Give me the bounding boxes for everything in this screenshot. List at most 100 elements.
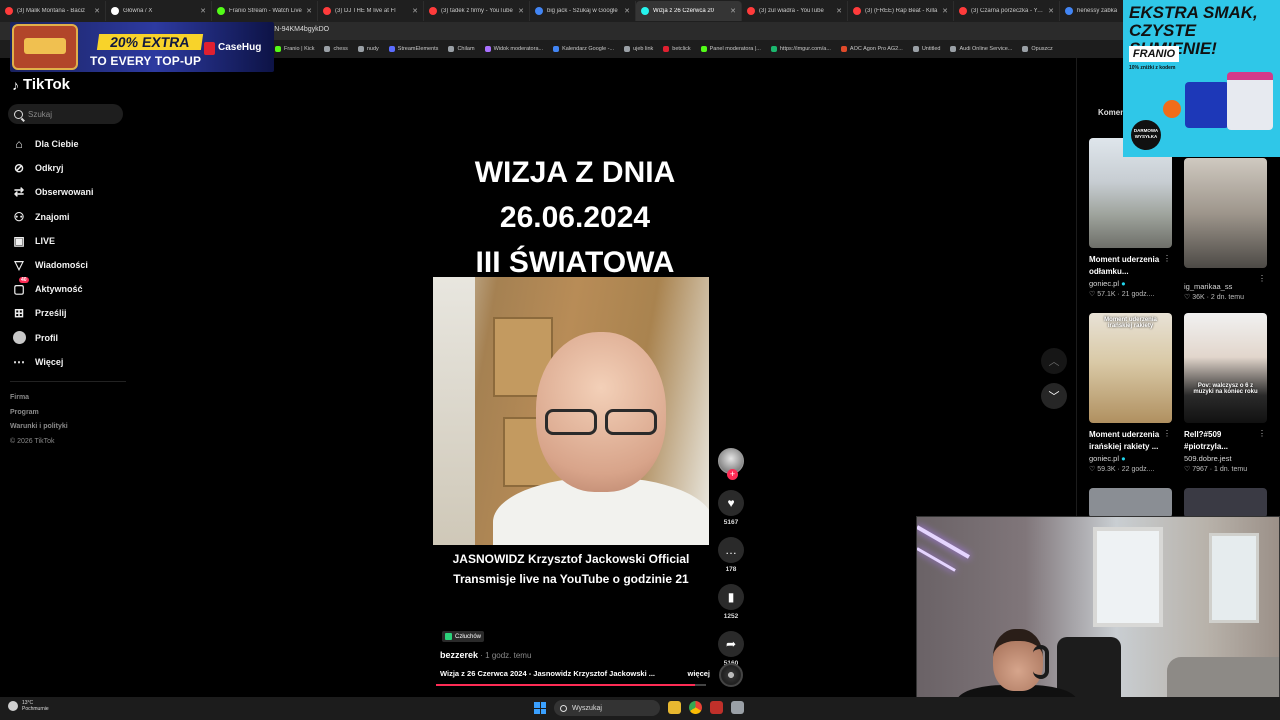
browser-tab[interactable]: (3) Malik Montana - Baciz ✕ (0, 1, 106, 21)
file-explorer-icon[interactable] (668, 701, 681, 714)
close-icon[interactable]: ✕ (412, 7, 418, 15)
bookmark-icon[interactable]: ▮ (718, 584, 744, 610)
browser-tab[interactable]: (3) (FREE) Rap Beat - Killa ✕ (848, 1, 954, 21)
browser-tab[interactable]: (3) Czarna porzeczka - YouT ✕ (954, 1, 1060, 21)
bookmark-item[interactable]: ujeb link (624, 46, 653, 52)
sidebar-item-znajomi[interactable]: ⚇ Znajomi (12, 205, 128, 229)
bookmark-item[interactable]: betclick (663, 46, 691, 52)
tiktok-logo[interactable]: ♪ TikTok (12, 76, 70, 93)
taskbar-search[interactable]: Wyszukaj (554, 700, 660, 716)
related-video-card[interactable] (1089, 488, 1174, 518)
music-disc-icon[interactable] (719, 663, 743, 687)
sidebar-item-obserwowani[interactable]: ⇄ Obserwowani (12, 180, 128, 204)
url-text[interactable]: ZN-94KM4bgykDO (270, 26, 329, 33)
windows-start-icon[interactable] (534, 702, 546, 714)
browser-tab[interactable]: (3) zul wiadra - YouTube ✕ (742, 1, 848, 21)
close-icon[interactable]: ✕ (1048, 7, 1054, 15)
card-author-name[interactable]: 509.dobre.jest (1184, 454, 1232, 463)
close-icon[interactable]: ✕ (624, 7, 630, 15)
bookmark-item[interactable]: Chilam (448, 46, 475, 52)
comments-tab[interactable]: Komen (1098, 108, 1125, 117)
video-thumbnail[interactable]: Pov: walczysz o 6 z muzyki na koniec rok… (1184, 313, 1267, 423)
bookmark-item[interactable]: chess (324, 46, 348, 52)
share-action[interactable]: ➦ 5160 (716, 631, 746, 667)
bookmark-item[interactable]: Untitled (912, 46, 940, 52)
sidebar-item-aktywność[interactable]: ▢ 40 Aktywność (12, 277, 128, 301)
more-button[interactable]: więcej (687, 669, 710, 678)
related-video-card[interactable]: Moment uderzenia odłamku... ⋮ goniec.pl ● ♡ … (1089, 138, 1174, 298)
comment-action[interactable]: … 178 (716, 537, 746, 573)
chevron-down-icon[interactable]: ﹀ (1041, 383, 1067, 409)
sidebar-item-wiadomości[interactable]: ▽ Wiadomości (12, 253, 128, 277)
video-thumbnail[interactable] (1089, 488, 1172, 518)
chrome-icon[interactable] (689, 701, 702, 714)
video-thumbnail[interactable] (1184, 158, 1267, 268)
sidebar-item-dla-ciebie[interactable]: ⌂ Dla Ciebie (12, 132, 128, 156)
browser-tab[interactable]: (3) tadek z firmy - YouTube ✕ (424, 1, 530, 21)
browser-tab[interactable]: Franio Stream - Watch Live ✕ (212, 1, 318, 21)
related-video-card[interactable]: Moment uderzenia irańskiej rakiety Moment… (1089, 313, 1174, 473)
video-thumbnail[interactable]: Moment uderzenia irańskiej rakiety (1089, 313, 1172, 423)
footer-link-company[interactable]: Firma (10, 391, 68, 406)
bookmark-item[interactable]: Panel moderatora |... (700, 46, 761, 52)
sidebar-item-prześlij[interactable]: ⊞ Prześlij (12, 301, 128, 325)
close-icon[interactable]: ✕ (200, 7, 206, 15)
related-video-card[interactable]: ⋮ ig_marikaa_ss ♡ 36K · 2 dn. temu (1184, 158, 1269, 301)
sidebar-item-odkryj[interactable]: ⊘ Odkryj (12, 156, 128, 180)
bookmark-item[interactable]: Audi Online Service... (950, 46, 1012, 52)
bookmark-item[interactable]: Opuszcz (1022, 46, 1053, 52)
franio-ad-banner[interactable]: EKSTRA SMAK, CZYSTE SUMIENIE! FRANIO 10%… (1123, 0, 1280, 157)
card-author-name[interactable]: goniec.pl (1089, 454, 1119, 463)
close-icon[interactable]: ✕ (836, 7, 842, 15)
share-arrow-icon[interactable]: ➦ (718, 631, 744, 657)
card-author[interactable]: goniec.pl ● (1089, 454, 1174, 463)
browser-tab[interactable]: (3) DJ THE M live at Fl ✕ (318, 1, 424, 21)
video-author[interactable]: bezzerek · 1 godz. temu (440, 650, 531, 660)
card-author[interactable]: ig_marikaa_ss (1184, 282, 1269, 291)
bookmark-item[interactable]: StreamElements (388, 46, 438, 52)
browser-tab[interactable]: Wizja z 26 Czerwca 20 ✕ (636, 1, 742, 21)
browser-tab[interactable]: big jack - Szukaj w Google ✕ (530, 1, 636, 21)
more-options-icon[interactable]: ⋮ (1163, 254, 1171, 263)
close-icon[interactable]: ✕ (518, 7, 524, 15)
close-icon[interactable]: ✕ (730, 7, 736, 15)
comment-icon[interactable]: … (718, 537, 744, 563)
bookmark-item[interactable]: nudy (357, 46, 379, 52)
related-video-card[interactable] (1184, 488, 1269, 518)
close-icon[interactable]: ✕ (94, 7, 100, 15)
related-video-card[interactable]: Pov: walczysz o 6 z muzyki na koniec rok… (1184, 313, 1269, 473)
card-author-name[interactable]: goniec.pl (1089, 279, 1119, 288)
sidebar-item-live[interactable]: ▣ LIVE (12, 229, 128, 253)
close-icon[interactable]: ✕ (306, 7, 312, 15)
like-action[interactable]: ♥ 5167 (716, 490, 746, 526)
weather-widget[interactable]: 13°C Pochmurnie (8, 700, 49, 712)
more-options-icon[interactable]: ⋮ (1258, 429, 1266, 438)
save-action[interactable]: ▮ 1252 (716, 584, 746, 620)
search-input[interactable]: Szukaj (8, 104, 123, 124)
video-player[interactable] (433, 277, 709, 545)
bookmark-item[interactable]: Widok moderatora... (484, 46, 543, 52)
creator-avatar[interactable]: + (718, 448, 744, 480)
follow-plus-icon[interactable]: + (727, 469, 738, 480)
heart-icon[interactable]: ♥ (718, 490, 744, 516)
footer-link-terms[interactable]: Warunki i polityki (10, 420, 68, 435)
video-progress-bar[interactable] (436, 684, 706, 686)
footer-link-program[interactable]: Program (10, 406, 68, 421)
sidebar-item-profil[interactable]: Profil (12, 326, 128, 350)
app-icon[interactable] (710, 701, 723, 714)
author-name[interactable]: bezzerek (440, 650, 478, 660)
sidebar-item-więcej[interactable]: ⋯ Więcej (12, 350, 128, 374)
bookmark-item[interactable]: Franio | Kick (275, 46, 314, 52)
bookmark-item[interactable]: https://imgur.com/a... (770, 46, 831, 52)
card-author[interactable]: 509.dobre.jest (1184, 454, 1269, 463)
location-tag[interactable]: Człuchów (442, 631, 485, 642)
bookmark-item[interactable]: AOC Agon Pro AG2... (840, 46, 903, 52)
card-author[interactable]: goniec.pl ● (1089, 279, 1174, 288)
card-author-name[interactable]: ig_marikaa_ss (1184, 282, 1232, 291)
video-thumbnail[interactable] (1184, 488, 1267, 518)
chevron-up-icon[interactable]: ︿ (1041, 348, 1067, 374)
more-options-icon[interactable]: ⋮ (1163, 429, 1171, 438)
app-icon[interactable] (731, 701, 744, 714)
close-icon[interactable]: ✕ (942, 7, 948, 15)
more-options-icon[interactable]: ⋮ (1258, 274, 1266, 283)
